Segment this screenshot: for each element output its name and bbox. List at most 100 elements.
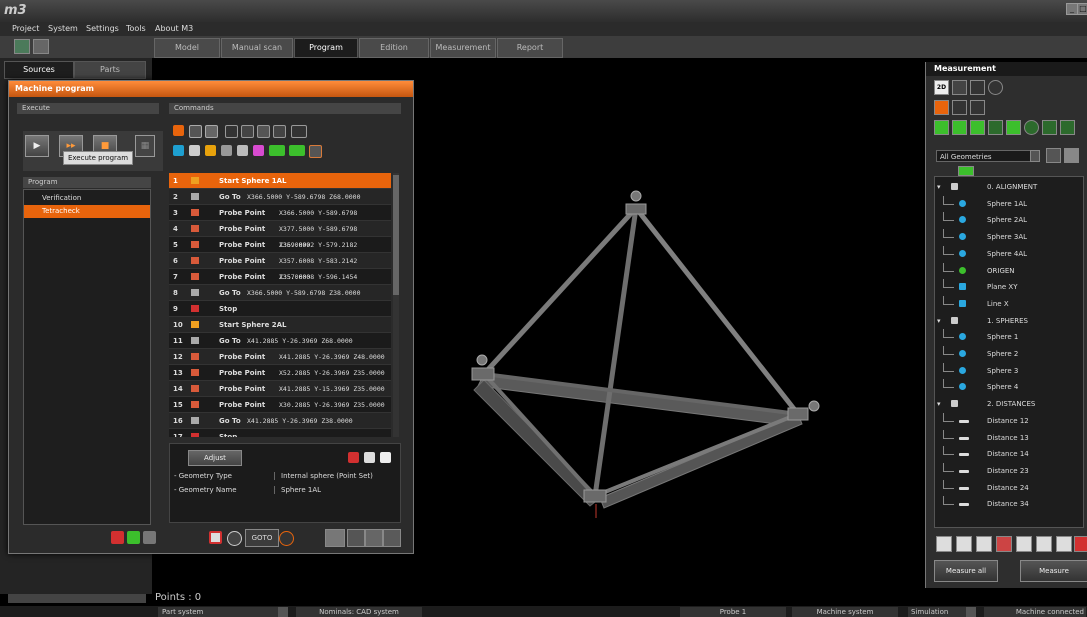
tree-group[interactable]: ▾ 2. DISTANCES xyxy=(935,396,1083,412)
cnc-icon[interactable] xyxy=(291,125,307,138)
grid-pattern-icon[interactable] xyxy=(205,125,218,138)
multi-point-icon[interactable] xyxy=(970,120,985,135)
menu-tools[interactable]: Tools xyxy=(126,24,146,33)
menu-system[interactable]: System xyxy=(48,24,78,33)
machine-icon[interactable] xyxy=(173,125,184,136)
tree-item[interactable]: Distance 14 xyxy=(935,446,1083,462)
grid-icon[interactable]: ▦ xyxy=(135,135,155,157)
tree-item[interactable]: Distance 13 xyxy=(935,429,1083,446)
chevron-down-icon[interactable] xyxy=(278,607,288,617)
tab-report[interactable]: Report xyxy=(497,38,563,58)
command-row[interactable]: 16 Go To X41.2885 Y-26.3969 Z38.0000 xyxy=(169,413,391,429)
measure-button[interactable]: Measure xyxy=(1020,560,1087,582)
visibility-icon[interactable] xyxy=(958,166,974,176)
tree-group[interactable]: ▾ 0. ALIGNMENT xyxy=(935,179,1083,195)
folder-icon[interactable] xyxy=(189,145,200,156)
expand-arrow-icon[interactable]: ▾ xyxy=(937,396,941,412)
command-row[interactable]: 10 Start Sphere 2AL xyxy=(169,317,391,333)
layer-icon[interactable] xyxy=(173,145,184,156)
graph-icon[interactable] xyxy=(996,536,1012,552)
tree-item[interactable]: Distance 12 xyxy=(935,412,1083,429)
rotate-icon[interactable] xyxy=(237,145,248,156)
view-button-2[interactable] xyxy=(365,529,383,547)
remove-measure-icon[interactable] xyxy=(1074,536,1087,552)
command-row[interactable]: 17 Stop xyxy=(169,429,391,437)
hand-icon[interactable] xyxy=(257,125,270,138)
target-icon[interactable] xyxy=(227,531,242,546)
line-geometry-icon[interactable] xyxy=(988,120,1003,135)
run-from-icon[interactable] xyxy=(289,145,305,156)
arrows-icon[interactable] xyxy=(221,145,232,156)
tree-group[interactable]: ▾ 1. SPHERES xyxy=(935,313,1083,329)
tree-item[interactable]: Line X xyxy=(935,295,1083,312)
tab-sources[interactable]: Sources xyxy=(4,61,74,79)
command-row[interactable]: 4 Probe Point X377.5000 Y-589.6798 Z35.000… xyxy=(169,221,391,249)
frame-icon[interactable] xyxy=(970,80,985,95)
draw-line-button[interactable] xyxy=(325,529,345,547)
tree-item[interactable]: Plane XY xyxy=(935,279,1083,295)
menu-project[interactable]: Project xyxy=(12,24,39,33)
import-icon[interactable] xyxy=(14,39,30,54)
point-icon[interactable] xyxy=(225,125,238,138)
folder-measure-icon[interactable] xyxy=(1056,536,1072,552)
point-geometry-icon[interactable] xyxy=(934,120,949,135)
view-button-3[interactable] xyxy=(383,529,401,547)
copy-geometry-icon[interactable] xyxy=(970,100,985,115)
tree-item[interactable]: Distance 24 xyxy=(935,479,1083,496)
square-icon[interactable] xyxy=(952,100,967,115)
goto-target-icon[interactable] xyxy=(279,531,294,546)
report-icon[interactable] xyxy=(976,536,992,552)
path-icon[interactable] xyxy=(241,125,254,138)
expand-arrow-icon[interactable]: ▾ xyxy=(937,313,941,329)
chevron-down-icon[interactable] xyxy=(966,607,976,617)
cylinder-geometry-icon[interactable] xyxy=(1042,120,1057,135)
view-2d-button[interactable]: 2D xyxy=(934,80,949,95)
tab-program[interactable]: Program xyxy=(294,38,358,58)
tree-item[interactable]: Sphere 2AL xyxy=(935,212,1083,228)
tab-edition[interactable]: Edition xyxy=(359,38,429,58)
tree-item[interactable]: Sphere 4 xyxy=(935,379,1083,395)
menu-about[interactable]: About M3 xyxy=(155,24,193,33)
expand-arrow-icon[interactable]: ▾ xyxy=(937,179,941,195)
tab-parts[interactable]: Parts xyxy=(74,61,146,79)
restore-button[interactable]: □ xyxy=(1077,3,1087,15)
tree-view-icon[interactable] xyxy=(1064,148,1079,163)
tree-item[interactable]: Sphere 2 xyxy=(935,346,1083,362)
chevron-down-icon[interactable] xyxy=(1030,150,1040,162)
command-row[interactable]: 3Probe PointX366.5000 Y-589.6798 Z48.000… xyxy=(169,205,391,233)
settings-icon[interactable] xyxy=(988,80,1003,95)
part-system-select[interactable]: Part system xyxy=(158,607,282,617)
command-row[interactable]: 7Probe PointX357.6008 Y-596.1454 Z35.000… xyxy=(169,269,391,297)
paste-measure-icon[interactable] xyxy=(1036,536,1052,552)
menu-settings[interactable]: Settings xyxy=(86,24,119,33)
points-geometry-icon[interactable] xyxy=(952,120,967,135)
command-row[interactable]: 9 Stop xyxy=(169,301,391,317)
tree-item[interactable]: Sphere 1AL xyxy=(935,195,1083,212)
program-item-tetracheck[interactable]: Tetracheck xyxy=(24,205,150,218)
copy-measure-icon[interactable] xyxy=(1016,536,1032,552)
duplicate-icon[interactable] xyxy=(143,531,156,544)
minus-icon[interactable] xyxy=(348,452,359,463)
warning-icon[interactable] xyxy=(205,145,216,156)
geometry-filter-select[interactable]: All Geometries xyxy=(936,150,1040,162)
measure-all-button[interactable]: Measure all xyxy=(934,560,998,582)
goto-button[interactable]: GOTO xyxy=(245,529,279,547)
plane-geometry-icon[interactable] xyxy=(1006,120,1021,135)
list-view-icon[interactable] xyxy=(1046,148,1061,163)
tree-item[interactable]: Sphere 3AL xyxy=(935,229,1083,245)
tree-item[interactable]: ORIGEN xyxy=(935,262,1083,279)
add-program-icon[interactable] xyxy=(127,531,140,544)
remove-program-icon[interactable] xyxy=(111,531,124,544)
tree-item[interactable]: Sphere 3 xyxy=(935,362,1083,379)
command-row[interactable]: 14 Probe Point X41.2885 Y-15.3969 Z35.0000 xyxy=(169,381,391,397)
view-button-1[interactable] xyxy=(347,529,365,547)
filter-icon[interactable] xyxy=(936,536,952,552)
play-icon[interactable]: ▶ xyxy=(25,135,49,157)
link-icon[interactable] xyxy=(309,145,322,158)
tab-model[interactable]: Model xyxy=(154,38,220,58)
scan-icon[interactable] xyxy=(273,125,286,138)
tree-item[interactable]: Distance 34 xyxy=(935,496,1083,512)
run-to-icon[interactable] xyxy=(269,145,285,156)
copy-icon[interactable] xyxy=(364,452,375,463)
tree-item[interactable]: Distance 23 xyxy=(935,462,1083,479)
